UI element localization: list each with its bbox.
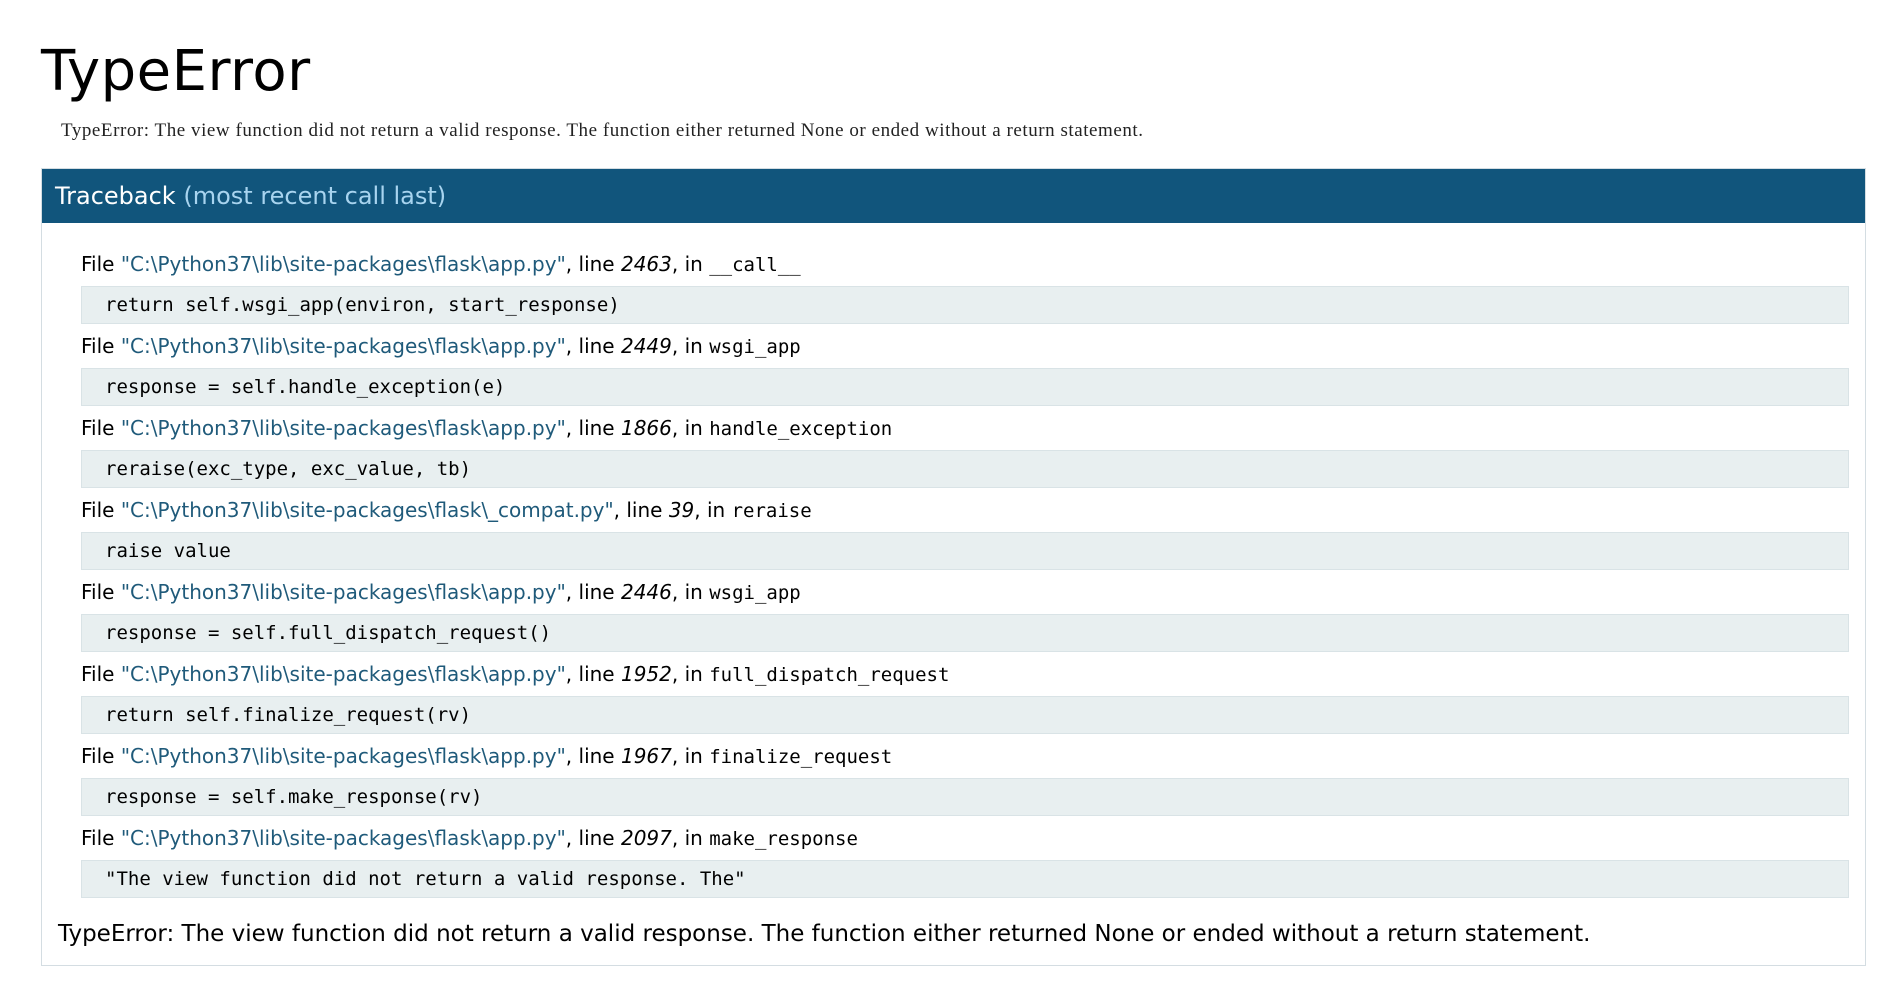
frame-function: reraise [731, 500, 812, 522]
in-prefix: , in [671, 416, 710, 440]
in-prefix: , in [671, 252, 710, 276]
frame-location: File "C:\Python37\lib\site-packages\flas… [81, 661, 1849, 689]
frame-lineno: 39 [668, 498, 695, 522]
frame-filename[interactable]: "C:\Python37\lib\site-packages\flask\app… [121, 744, 566, 768]
frame-location: File "C:\Python37\lib\site-packages\flas… [81, 415, 1849, 443]
traceback-header-label: Traceback [55, 182, 176, 210]
frame-function: make_response [709, 828, 858, 850]
frame-lineno: 1967 [620, 744, 672, 768]
frame-code-line[interactable]: return self.wsgi_app(environ, start_resp… [81, 286, 1849, 324]
line-prefix: , line [565, 826, 621, 850]
frame-code-line[interactable]: return self.finalize_request(rv) [81, 696, 1849, 734]
traceback-frame: File "C:\Python37\lib\site-packages\flas… [81, 743, 1849, 816]
frame-code-line[interactable]: reraise(exc_type, exc_value, tb) [81, 450, 1849, 488]
traceback-frame: File "C:\Python37\lib\site-packages\flas… [81, 825, 1849, 898]
frame-function: handle_exception [709, 418, 893, 440]
frame-lineno: 1866 [620, 416, 672, 440]
frame-function: full_dispatch_request [709, 664, 950, 686]
error-page: TypeError TypeError: The view function d… [0, 0, 1887, 966]
frame-filename[interactable]: "C:\Python37\lib\site-packages\flask\app… [121, 826, 566, 850]
file-prefix: File [81, 744, 121, 768]
line-prefix: , line [565, 744, 621, 768]
in-prefix: , in [671, 580, 710, 604]
line-prefix: , line [565, 416, 621, 440]
in-prefix: , in [671, 744, 710, 768]
in-prefix: , in [671, 826, 710, 850]
traceback-frames: File "C:\Python37\lib\site-packages\flas… [42, 223, 1865, 898]
traceback-frame: File "C:\Python37\lib\site-packages\flas… [81, 415, 1849, 488]
in-prefix: , in [694, 498, 732, 522]
frame-lineno: 2463 [620, 252, 672, 276]
in-prefix: , in [671, 662, 710, 686]
frame-code-line[interactable]: response = self.full_dispatch_request() [81, 614, 1849, 652]
frame-location: File "C:\Python37\lib\site-packages\flas… [81, 333, 1849, 361]
line-prefix: , line [565, 580, 621, 604]
in-prefix: , in [671, 334, 710, 358]
frame-lineno: 2449 [620, 334, 672, 358]
frame-function: wsgi_app [709, 582, 801, 604]
final-error-message: TypeError: The view function did not ret… [58, 921, 1591, 947]
file-prefix: File [81, 252, 121, 276]
frame-code-line[interactable]: "The view function did not return a vali… [81, 860, 1849, 898]
traceback-header: Traceback (most recent call last) [42, 169, 1865, 223]
line-prefix: , line [565, 662, 621, 686]
frame-location: File "C:\Python37\lib\site-packages\flas… [81, 497, 1849, 525]
page-title: TypeError [41, 39, 311, 104]
frame-function: __call__ [709, 254, 801, 276]
line-prefix: , line [613, 498, 669, 522]
file-prefix: File [81, 580, 121, 604]
frame-filename[interactable]: "C:\Python37\lib\site-packages\flask\app… [121, 252, 566, 276]
frame-function: finalize_request [709, 746, 893, 768]
frame-code-line[interactable]: response = self.make_response(rv) [81, 778, 1849, 816]
frame-filename[interactable]: "C:\Python37\lib\site-packages\flask\app… [121, 662, 566, 686]
error-message: TypeError: The view function did not ret… [61, 120, 1144, 141]
frame-lineno: 2097 [620, 826, 672, 850]
traceback-frame: File "C:\Python37\lib\site-packages\flas… [81, 251, 1849, 324]
frame-location: File "C:\Python37\lib\site-packages\flas… [81, 251, 1849, 279]
frame-lineno: 2446 [620, 580, 672, 604]
file-prefix: File [81, 826, 121, 850]
frame-filename[interactable]: "C:\Python37\lib\site-packages\flask\app… [121, 334, 566, 358]
line-prefix: , line [565, 334, 621, 358]
frame-filename[interactable]: "C:\Python37\lib\site-packages\flask\app… [121, 580, 566, 604]
file-prefix: File [81, 662, 121, 686]
file-prefix: File [81, 498, 121, 522]
frame-code-line[interactable]: response = self.handle_exception(e) [81, 368, 1849, 406]
frame-location: File "C:\Python37\lib\site-packages\flas… [81, 743, 1849, 771]
traceback-frame: File "C:\Python37\lib\site-packages\flas… [81, 497, 1849, 570]
frame-location: File "C:\Python37\lib\site-packages\flas… [81, 825, 1849, 853]
line-prefix: , line [565, 252, 621, 276]
frame-function: wsgi_app [709, 336, 801, 358]
frame-filename[interactable]: "C:\Python37\lib\site-packages\flask\_co… [121, 498, 614, 522]
traceback-header-sub: (most recent call last) [183, 182, 447, 210]
frame-filename[interactable]: "C:\Python37\lib\site-packages\flask\app… [121, 416, 566, 440]
file-prefix: File [81, 416, 121, 440]
traceback-frame: File "C:\Python37\lib\site-packages\flas… [81, 661, 1849, 734]
frame-location: File "C:\Python37\lib\site-packages\flas… [81, 579, 1849, 607]
frame-code-line[interactable]: raise value [81, 532, 1849, 570]
file-prefix: File [81, 334, 121, 358]
traceback-frame: File "C:\Python37\lib\site-packages\flas… [81, 579, 1849, 652]
traceback-panel: Traceback (most recent call last) File "… [41, 168, 1866, 966]
traceback-frame: File "C:\Python37\lib\site-packages\flas… [81, 333, 1849, 406]
frame-lineno: 1952 [620, 662, 672, 686]
